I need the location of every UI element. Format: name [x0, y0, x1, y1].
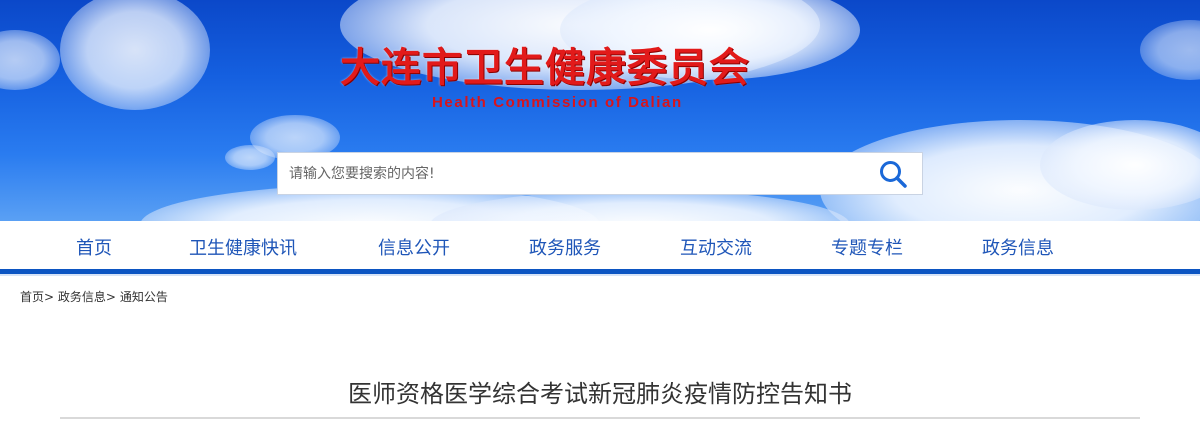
cloud: [0, 30, 60, 90]
breadcrumb-home[interactable]: 首页: [20, 290, 44, 304]
article-title: 医师资格医学综合考试新冠肺炎疫情防控告知书: [348, 380, 852, 408]
nav-item-home[interactable]: 首页: [76, 234, 112, 260]
cloud: [225, 145, 275, 170]
nav-item-info-disclosure[interactable]: 信息公开: [378, 234, 450, 260]
cloud: [60, 0, 210, 110]
search-bar: [277, 152, 923, 195]
nav-item-gov-info[interactable]: 政务信息: [982, 234, 1054, 260]
search-button[interactable]: [864, 153, 922, 194]
breadcrumb-gov-info[interactable]: 政务信息: [58, 290, 106, 304]
breadcrumb-separator: >: [105, 290, 116, 304]
breadcrumb-notices[interactable]: 通知公告: [120, 290, 168, 304]
main-nav: 首页 卫生健康快讯 信息公开 政务服务 互动交流 专题专栏 政务信息: [0, 221, 1200, 269]
nav-underline-light: [0, 274, 1200, 276]
logo-english-title: Health Commission of Dalian: [432, 94, 683, 111]
nav-item-health-news[interactable]: 卫生健康快讯: [189, 234, 297, 260]
nav-item-gov-services[interactable]: 政务服务: [529, 234, 601, 260]
nav-item-interaction[interactable]: 互动交流: [680, 234, 752, 260]
nav-item-special-topics[interactable]: 专题专栏: [831, 234, 903, 260]
title-divider: [60, 417, 1140, 419]
search-icon: [880, 160, 907, 188]
site-logo[interactable]: 大连市卫生健康委员会 Health Commission of Dalian: [340, 42, 820, 120]
search-input[interactable]: [278, 153, 864, 194]
breadcrumb: 首页> 政务信息> 通知公告: [20, 288, 168, 305]
cloud: [1140, 20, 1200, 80]
breadcrumb-separator: >: [44, 290, 55, 304]
header-banner: 大连市卫生健康委员会 Health Commission of Dalian: [0, 0, 1200, 221]
logo-chinese-title: 大连市卫生健康委员会: [340, 45, 750, 91]
